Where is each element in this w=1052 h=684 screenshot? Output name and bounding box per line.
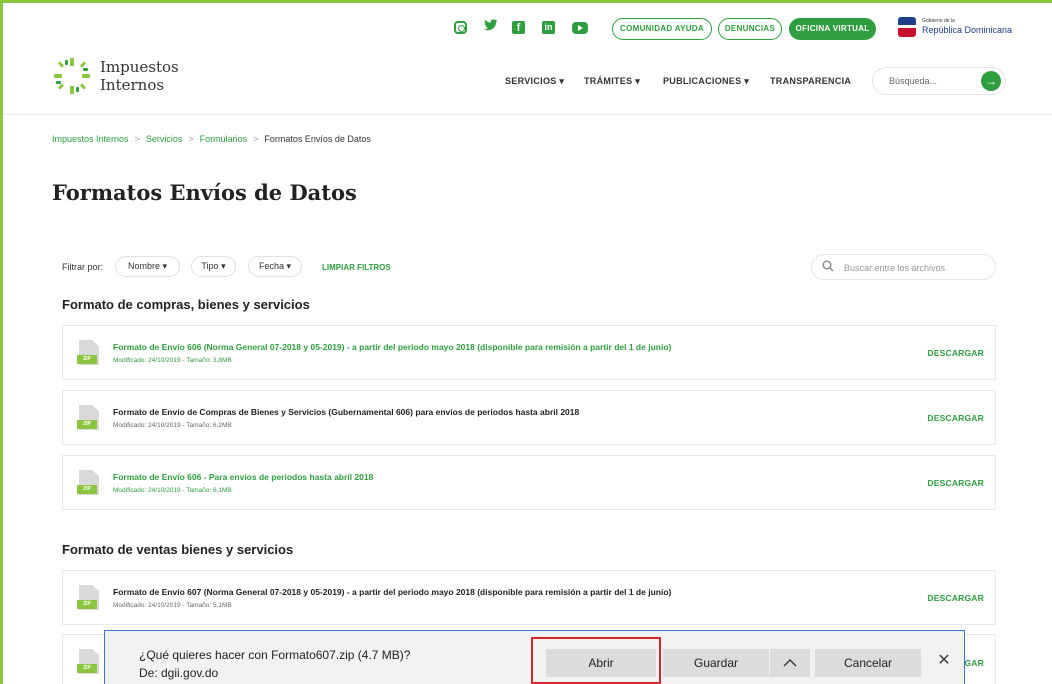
download-question: ¿Qué quieres hacer con Formato607.zip (4…	[139, 648, 411, 662]
breadcrumb-servicios[interactable]: Servicios	[146, 134, 183, 144]
top-utility-bar: f in COMUNIDAD AYUDA DENUNCIAS OFICINA V…	[0, 16, 1052, 42]
file-row: ZIP Formato de Envío 606 - Para envíos d…	[62, 455, 996, 510]
file-title-link[interactable]: Formato de Envío 606 - Para envíos de pe…	[113, 472, 373, 482]
gobierno-logo[interactable]: Gobierno de la República Dominicana	[898, 16, 1018, 40]
save-button[interactable]: Guardar	[663, 649, 769, 677]
descargar-button[interactable]: DESCARGAR	[927, 413, 984, 423]
descargar-button[interactable]: DESCARGAR	[927, 478, 984, 488]
zip-label: ZIP	[77, 355, 97, 364]
breadcrumb-formularios[interactable]: Formularios	[200, 134, 248, 144]
linkedin-icon[interactable]: in	[542, 21, 555, 34]
file-meta: Modificado: 24/10/2019 - Tamaño: 5,1MB	[113, 602, 232, 609]
gov-name-label: República Dominicana	[922, 25, 1013, 35]
breadcrumb-impuestos-internos[interactable]: Impuestos Internos	[52, 134, 129, 144]
search-input[interactable]: Búsqueda...	[889, 76, 937, 86]
twitter-icon[interactable]	[483, 19, 499, 35]
open-button-highlight	[531, 637, 661, 684]
breadcrumb-separator: >	[253, 134, 259, 144]
file-title-link[interactable]: Formato de Envío de Compras de Bienes y …	[113, 407, 579, 417]
clear-filters-button[interactable]: LIMPIAR FILTROS	[322, 263, 391, 272]
coat-of-arms-icon	[898, 17, 916, 37]
logo-wordmark: Impuestos Internos	[100, 58, 179, 94]
facebook-icon[interactable]: f	[512, 21, 525, 34]
nav-transparencia[interactable]: TRANSPARENCIA	[770, 76, 851, 86]
breadcrumb: Impuestos Internos > Servicios > Formularios…	[52, 134, 371, 144]
comunidad-ayuda-button[interactable]: COMUNIDAD AYUDA	[612, 18, 712, 40]
youtube-icon[interactable]	[572, 22, 588, 34]
file-row: ZIP Formato de Envío de Compras de Biene…	[62, 390, 996, 445]
oficina-virtual-button[interactable]: OFICINA VIRTUAL	[789, 18, 876, 40]
filter-nombre-dropdown[interactable]: Nombre ▾	[115, 256, 180, 277]
section-title-compras: Formato de compras, bienes y servicios	[62, 297, 310, 312]
sun-logo-icon	[54, 58, 90, 94]
file-row: ZIP Formato de Envío 606 (Norma General …	[62, 325, 996, 380]
descargar-button[interactable]: GAR	[965, 658, 985, 668]
zip-label: ZIP	[77, 420, 97, 429]
descargar-button[interactable]: DESCARGAR	[927, 348, 984, 358]
logo-line-1: Impuestos	[100, 58, 179, 76]
breadcrumb-current: Formatos Envíos de Datos	[264, 134, 371, 144]
denuncias-button[interactable]: DENUNCIAS	[718, 18, 782, 40]
zip-label: ZIP	[77, 485, 97, 494]
close-icon[interactable]: ✕	[934, 650, 954, 670]
download-source: De: dgii.gov.do	[139, 666, 219, 680]
file-title-link[interactable]: Formato de Envío 607 (Norma General 07-2…	[113, 587, 671, 597]
file-search-input[interactable]: Buscar entre los archivos	[844, 263, 945, 273]
file-title-link[interactable]: Formato de Envío 606 (Norma General 07-2…	[113, 342, 671, 352]
filter-tipo-dropdown[interactable]: Tipo ▾	[191, 256, 236, 277]
zip-label: ZIP	[77, 664, 97, 673]
file-row: ZIP Formato de Envío 607 (Norma General …	[62, 570, 996, 625]
nav-tramites[interactable]: TRÁMITES ▾	[584, 76, 640, 87]
gov-small-label: Gobierno de la	[922, 18, 955, 24]
chevron-up-icon	[783, 659, 797, 667]
nav-publicaciones[interactable]: PUBLICACIONES ▾	[663, 76, 749, 87]
file-meta: Modificado: 24/10/2019 - Tamaño: 6,2MB	[113, 422, 232, 429]
page-title: Formatos Envíos de Datos	[52, 180, 357, 205]
file-meta: Modificado: 24/10/2019 - Tamaño: 6,1MB	[113, 487, 232, 494]
arrow-right-icon: →	[985, 74, 997, 88]
nav-servicios[interactable]: SERVICIOS ▾	[505, 76, 564, 87]
zip-label: ZIP	[77, 600, 97, 609]
site-search[interactable]: Búsqueda... →	[872, 67, 1006, 95]
site-logo[interactable]: Impuestos Internos	[52, 56, 192, 100]
logo-line-2: Internos	[100, 76, 165, 94]
breadcrumb-separator: >	[134, 134, 140, 144]
cancel-button[interactable]: Cancelar	[815, 649, 921, 677]
search-submit-button[interactable]: →	[981, 71, 1001, 91]
search-icon	[822, 260, 834, 275]
filter-label: Filtrar por:	[62, 262, 104, 272]
instagram-icon[interactable]	[454, 21, 467, 34]
header-divider	[3, 114, 1052, 115]
save-options-button[interactable]	[770, 649, 810, 677]
file-meta: Modificado: 24/10/2019 - Tamaño: 3,8MB	[113, 357, 232, 364]
descargar-button[interactable]: DESCARGAR	[927, 593, 984, 603]
breadcrumb-separator: >	[188, 134, 194, 144]
filter-fecha-dropdown[interactable]: Fecha ▾	[248, 256, 302, 277]
file-search[interactable]: Buscar entre los archivos	[811, 254, 996, 280]
section-title-ventas: Formato de ventas bienes y servicios	[62, 542, 294, 557]
